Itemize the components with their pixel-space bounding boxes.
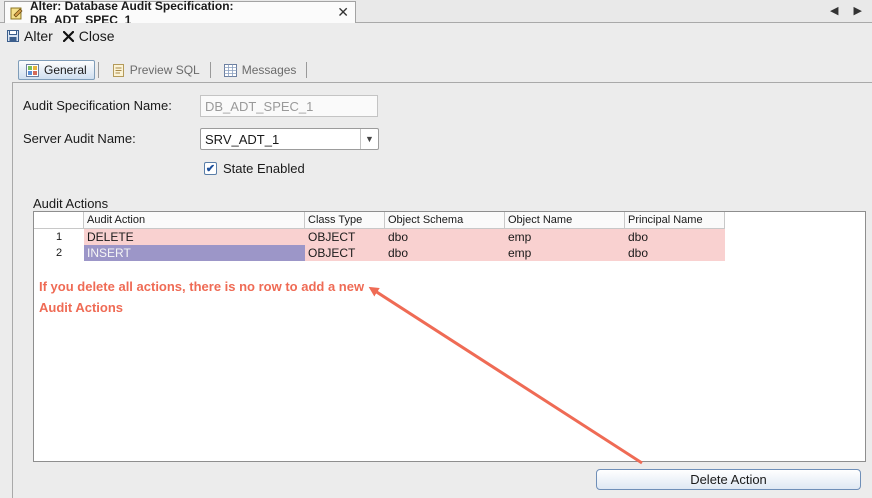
state-enabled-row[interactable]: ✔ State Enabled — [204, 161, 305, 176]
cell-object-name[interactable]: emp — [505, 229, 625, 245]
general-icon — [26, 63, 39, 77]
state-enabled-label: State Enabled — [223, 161, 305, 176]
close-button[interactable]: Close — [62, 28, 115, 44]
messages-icon — [223, 63, 237, 77]
column-header-object-name[interactable]: Object Name — [505, 212, 625, 229]
cell-audit-action[interactable]: INSERT — [84, 245, 305, 261]
close-icon — [62, 30, 74, 42]
editor-subtabs: General Preview SQL Messages — [18, 59, 313, 81]
column-header-principal-name[interactable]: Principal Name — [625, 212, 725, 229]
dropdown-arrow-icon[interactable]: ▼ — [360, 129, 378, 149]
cell-principal-name[interactable]: dbo — [625, 229, 725, 245]
state-enabled-checkbox[interactable]: ✔ — [204, 162, 217, 175]
row-number: 1 — [34, 229, 84, 245]
audit-spec-icon — [10, 7, 23, 19]
cell-class-type[interactable]: OBJECT — [305, 245, 385, 261]
tab-messages[interactable]: Messages — [217, 60, 304, 80]
tab-separator — [97, 62, 99, 78]
tab-preview-sql-label: Preview SQL — [129, 63, 200, 77]
audit-actions-title: Audit Actions — [33, 196, 109, 211]
save-icon — [7, 30, 19, 42]
toolbar: Alter Close — [0, 23, 872, 49]
tab-general[interactable]: General — [18, 60, 95, 80]
server-audit-label: Server Audit Name: — [23, 131, 136, 146]
annotation-note: If you delete all actions, there is no r… — [39, 279, 365, 315]
alter-button[interactable]: Alter — [7, 28, 53, 44]
table-row[interactable]: 1 DELETE OBJECT dbo emp dbo — [34, 229, 725, 245]
tab-preview-sql[interactable]: Preview SQL — [105, 60, 207, 80]
tab-messages-label: Messages — [241, 63, 297, 77]
close-label: Close — [78, 28, 115, 44]
row-number: 2 — [34, 245, 84, 261]
cell-object-schema[interactable]: dbo — [385, 245, 505, 261]
audit-actions-grid[interactable]: Audit Action Class Type Object Schema Ob… — [33, 211, 866, 462]
cell-object-name[interactable]: emp — [505, 245, 625, 261]
cell-class-type[interactable]: OBJECT — [305, 229, 385, 245]
alter-label: Alter — [24, 28, 53, 44]
row-num-header — [34, 212, 84, 229]
document-tab-strip: Alter: Database Audit Specification: DB_… — [0, 0, 872, 27]
table-row[interactable]: 2 INSERT OBJECT dbo emp dbo — [34, 245, 725, 261]
grid-header: Audit Action Class Type Object Schema Ob… — [34, 212, 725, 229]
tab-nav-arrows-icon[interactable]: ◀ ▶ — [830, 4, 868, 17]
column-header-class-type[interactable]: Class Type — [305, 212, 385, 229]
close-tab-icon[interactable]: ✕ — [337, 4, 349, 21]
document-tab[interactable]: Alter: Database Audit Specification: DB_… — [4, 0, 356, 27]
cell-principal-name[interactable]: dbo — [625, 245, 725, 261]
spec-name-label: Audit Specification Name: — [23, 98, 172, 113]
server-audit-select[interactable]: SRV_ADT_1 ▼ — [200, 128, 379, 150]
spec-name-field: DB_ADT_SPEC_1 — [200, 95, 378, 117]
cell-object-schema[interactable]: dbo — [385, 229, 505, 245]
server-audit-value: SRV_ADT_1 — [205, 132, 280, 147]
cell-audit-action[interactable]: DELETE — [84, 229, 305, 245]
preview-sql-icon — [112, 63, 124, 77]
tab-general-label: General — [44, 63, 87, 77]
column-header-audit-action[interactable]: Audit Action — [84, 212, 305, 229]
delete-action-button[interactable]: Delete Action — [596, 469, 861, 490]
column-header-object-schema[interactable]: Object Schema — [385, 212, 505, 229]
tab-separator — [306, 62, 308, 78]
tab-separator — [209, 62, 211, 78]
